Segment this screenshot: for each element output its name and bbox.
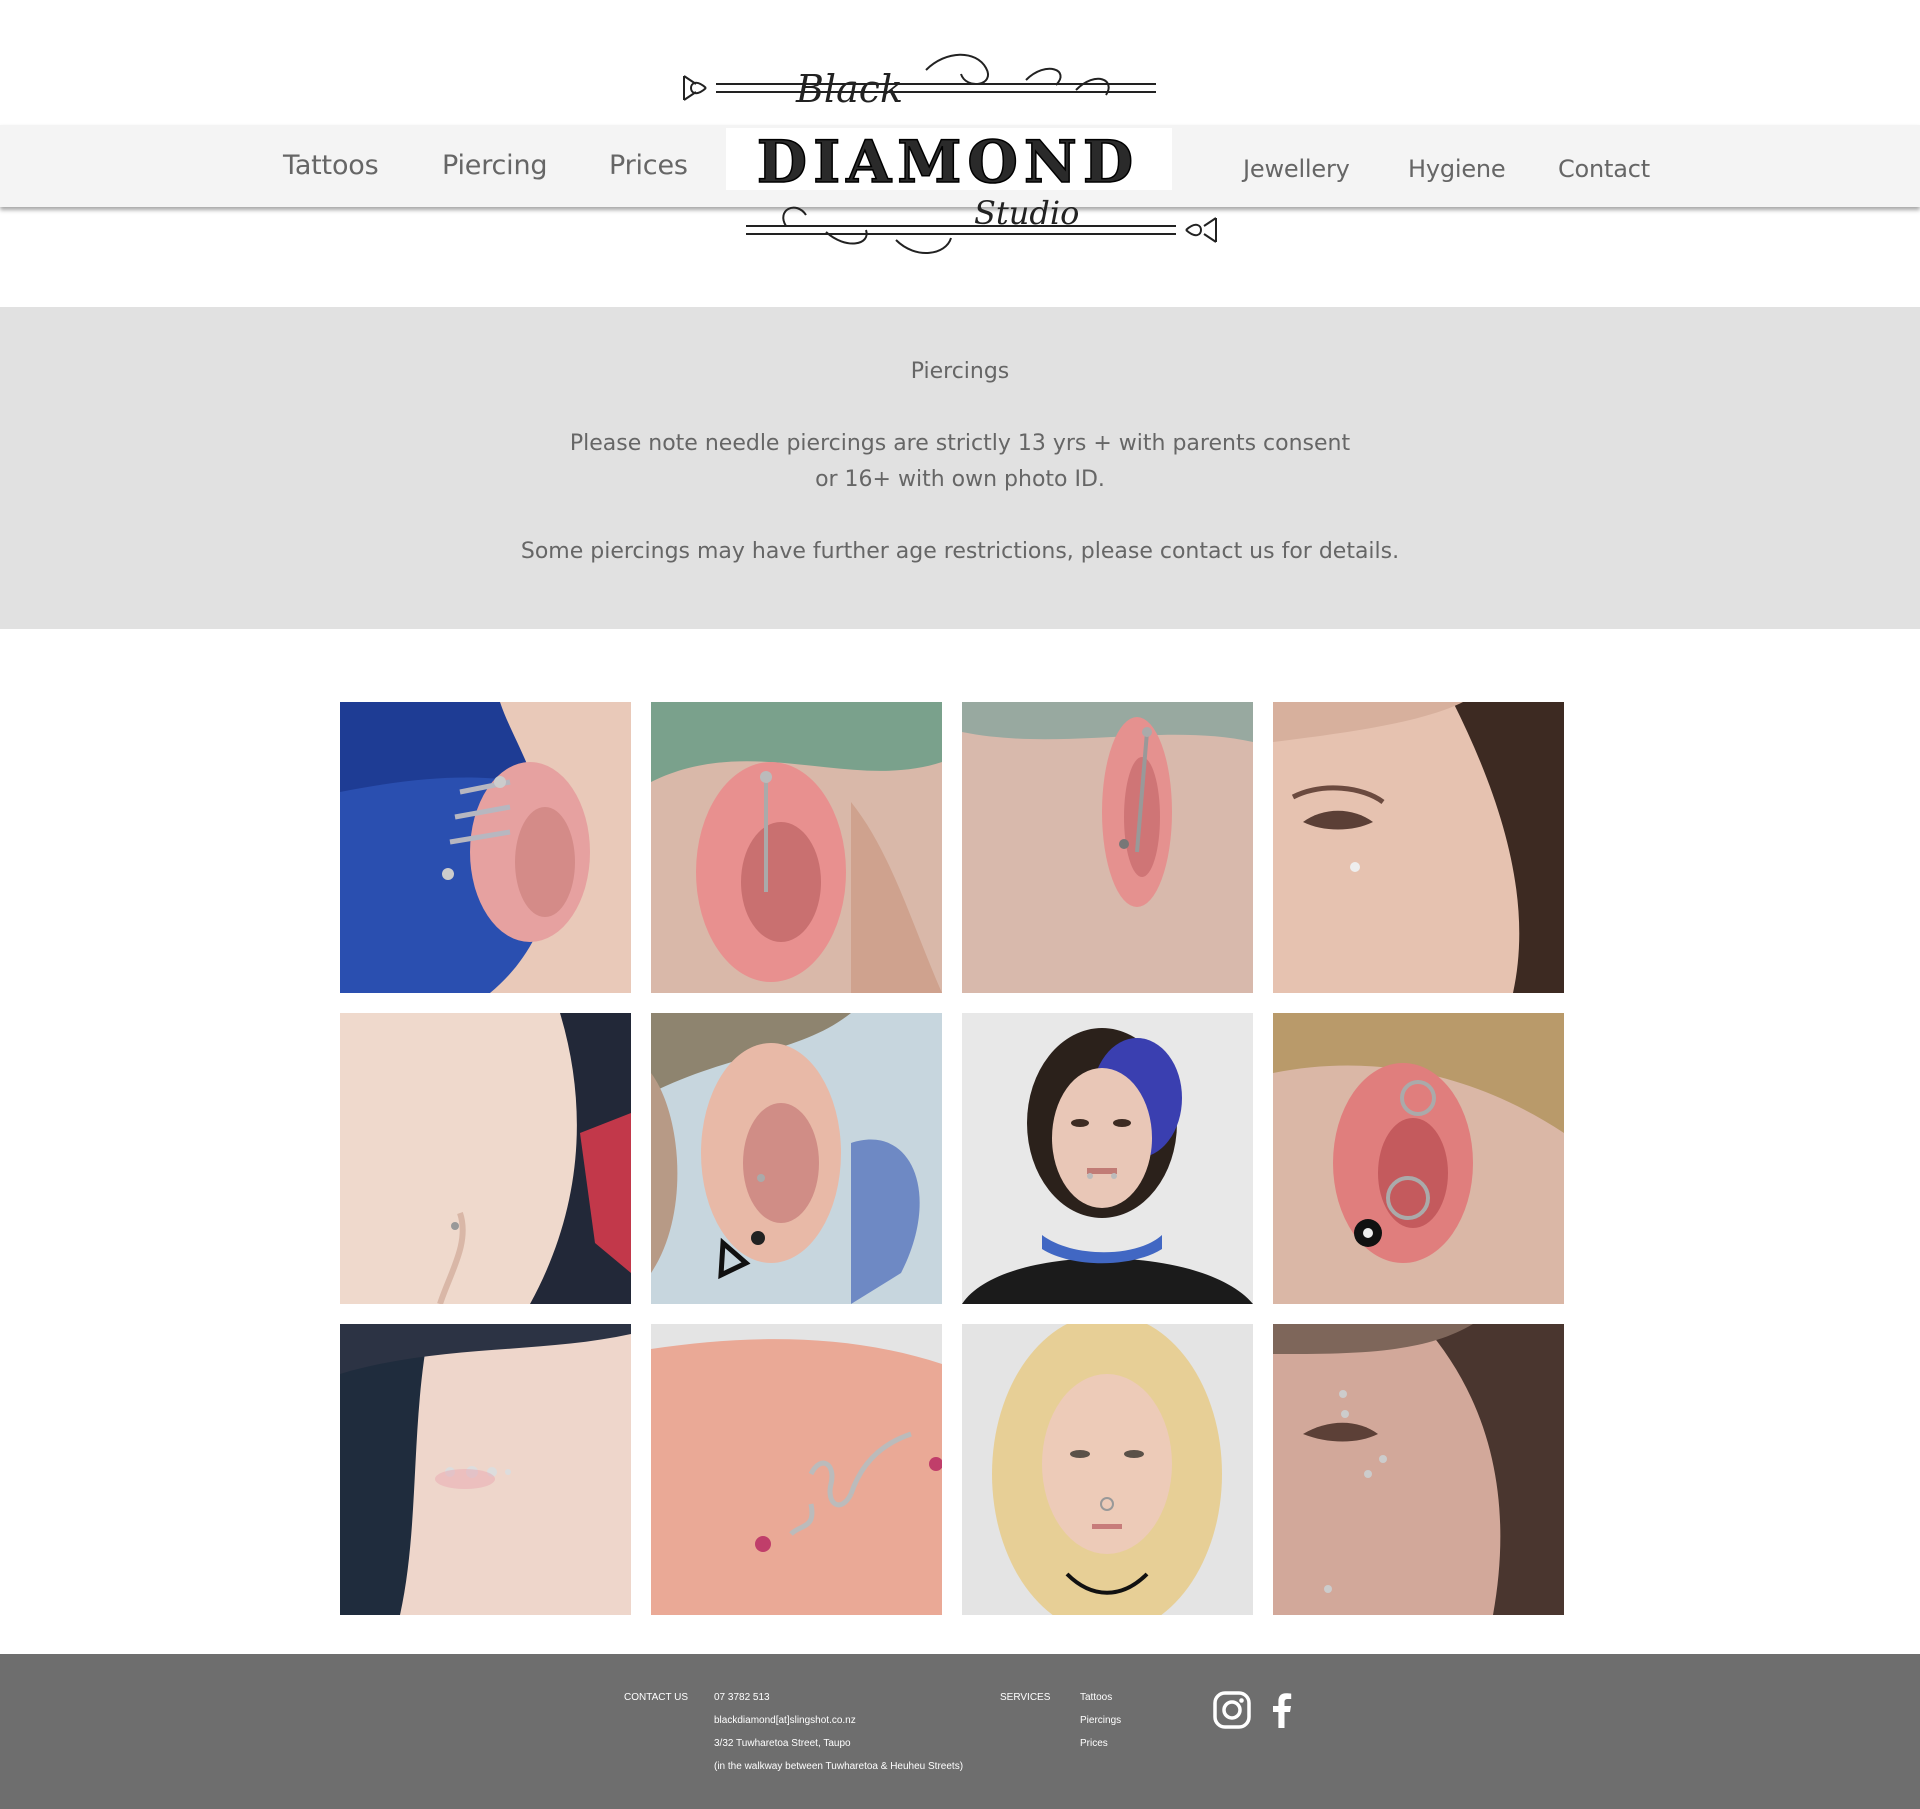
gallery-photo-septum-blonde[interactable] bbox=[962, 1324, 1253, 1615]
gallery-photo-chest-dermal[interactable] bbox=[340, 1013, 631, 1304]
footer-services-label: SERVICES bbox=[1000, 1692, 1051, 1703]
logo-top-word: Black bbox=[795, 67, 903, 111]
nav-link-contact[interactable]: Contact bbox=[1558, 155, 1650, 183]
piercing-gallery bbox=[340, 702, 1564, 1615]
site-footer: CONTACT US 07 3782 513 blackdiamond[at]s… bbox=[0, 1654, 1920, 1809]
gallery-photo-industrial-spiral[interactable] bbox=[340, 702, 631, 993]
gallery-photo-industrial-bar-side[interactable] bbox=[962, 702, 1253, 993]
black-diamond-studio-logo[interactable]: Black DIAMOND Studio bbox=[676, 50, 1222, 258]
footer-address-note: (in the walkway between Tuwharetoa & Heu… bbox=[714, 1761, 964, 1772]
footer-address: 3/32 Tuwharetoa Street, Taupo bbox=[714, 1738, 851, 1749]
age-notice-line-1: Please note needle piercings are strictl… bbox=[569, 431, 1351, 456]
age-restriction-note: Some piercings may have further age rest… bbox=[520, 539, 1400, 564]
footer-phone[interactable]: 07 3782 513 bbox=[714, 1692, 770, 1703]
gallery-photo-arm-surface-bar[interactable] bbox=[651, 1324, 942, 1615]
logo-main-word: DIAMOND bbox=[757, 128, 1139, 196]
footer-link-piercings[interactable]: Piercings bbox=[1080, 1715, 1121, 1726]
nav-link-jewellery[interactable]: Jewellery bbox=[1243, 155, 1350, 183]
instagram-icon[interactable] bbox=[1212, 1690, 1252, 1730]
nav-link-tattoos[interactable]: Tattoos bbox=[283, 150, 379, 181]
nav-link-hygiene[interactable]: Hygiene bbox=[1408, 155, 1506, 183]
page-title: Piercings bbox=[910, 359, 1010, 384]
logo-bottom-word: Studio bbox=[974, 194, 1079, 232]
gallery-photo-eyebrow-cheek[interactable] bbox=[1273, 1324, 1564, 1615]
gallery-photo-ear-conch-triangle[interactable] bbox=[651, 1013, 942, 1304]
facebook-icon[interactable] bbox=[1262, 1690, 1302, 1730]
footer-link-tattoos[interactable]: Tattoos bbox=[1080, 1692, 1112, 1703]
gallery-photo-cheek-dermal[interactable] bbox=[1273, 702, 1564, 993]
footer-email[interactable]: blackdiamond[at]slingshot.co.nz bbox=[714, 1715, 856, 1726]
gallery-photo-snake-bite-lip[interactable] bbox=[962, 1013, 1253, 1304]
gallery-photo-industrial-bar[interactable] bbox=[651, 702, 942, 993]
footer-link-prices[interactable]: Prices bbox=[1080, 1738, 1108, 1749]
gallery-photo-hip-dermals[interactable] bbox=[340, 1324, 631, 1615]
footer-contact-label: CONTACT US bbox=[624, 1692, 689, 1703]
age-notice-line-2: or 16+ with own photo ID. bbox=[815, 467, 1105, 492]
intro-section: Piercings Please note needle piercings a… bbox=[0, 307, 1920, 629]
nav-link-piercing[interactable]: Piercing bbox=[442, 150, 548, 181]
gallery-photo-ear-rings-plug[interactable] bbox=[1273, 1013, 1564, 1304]
